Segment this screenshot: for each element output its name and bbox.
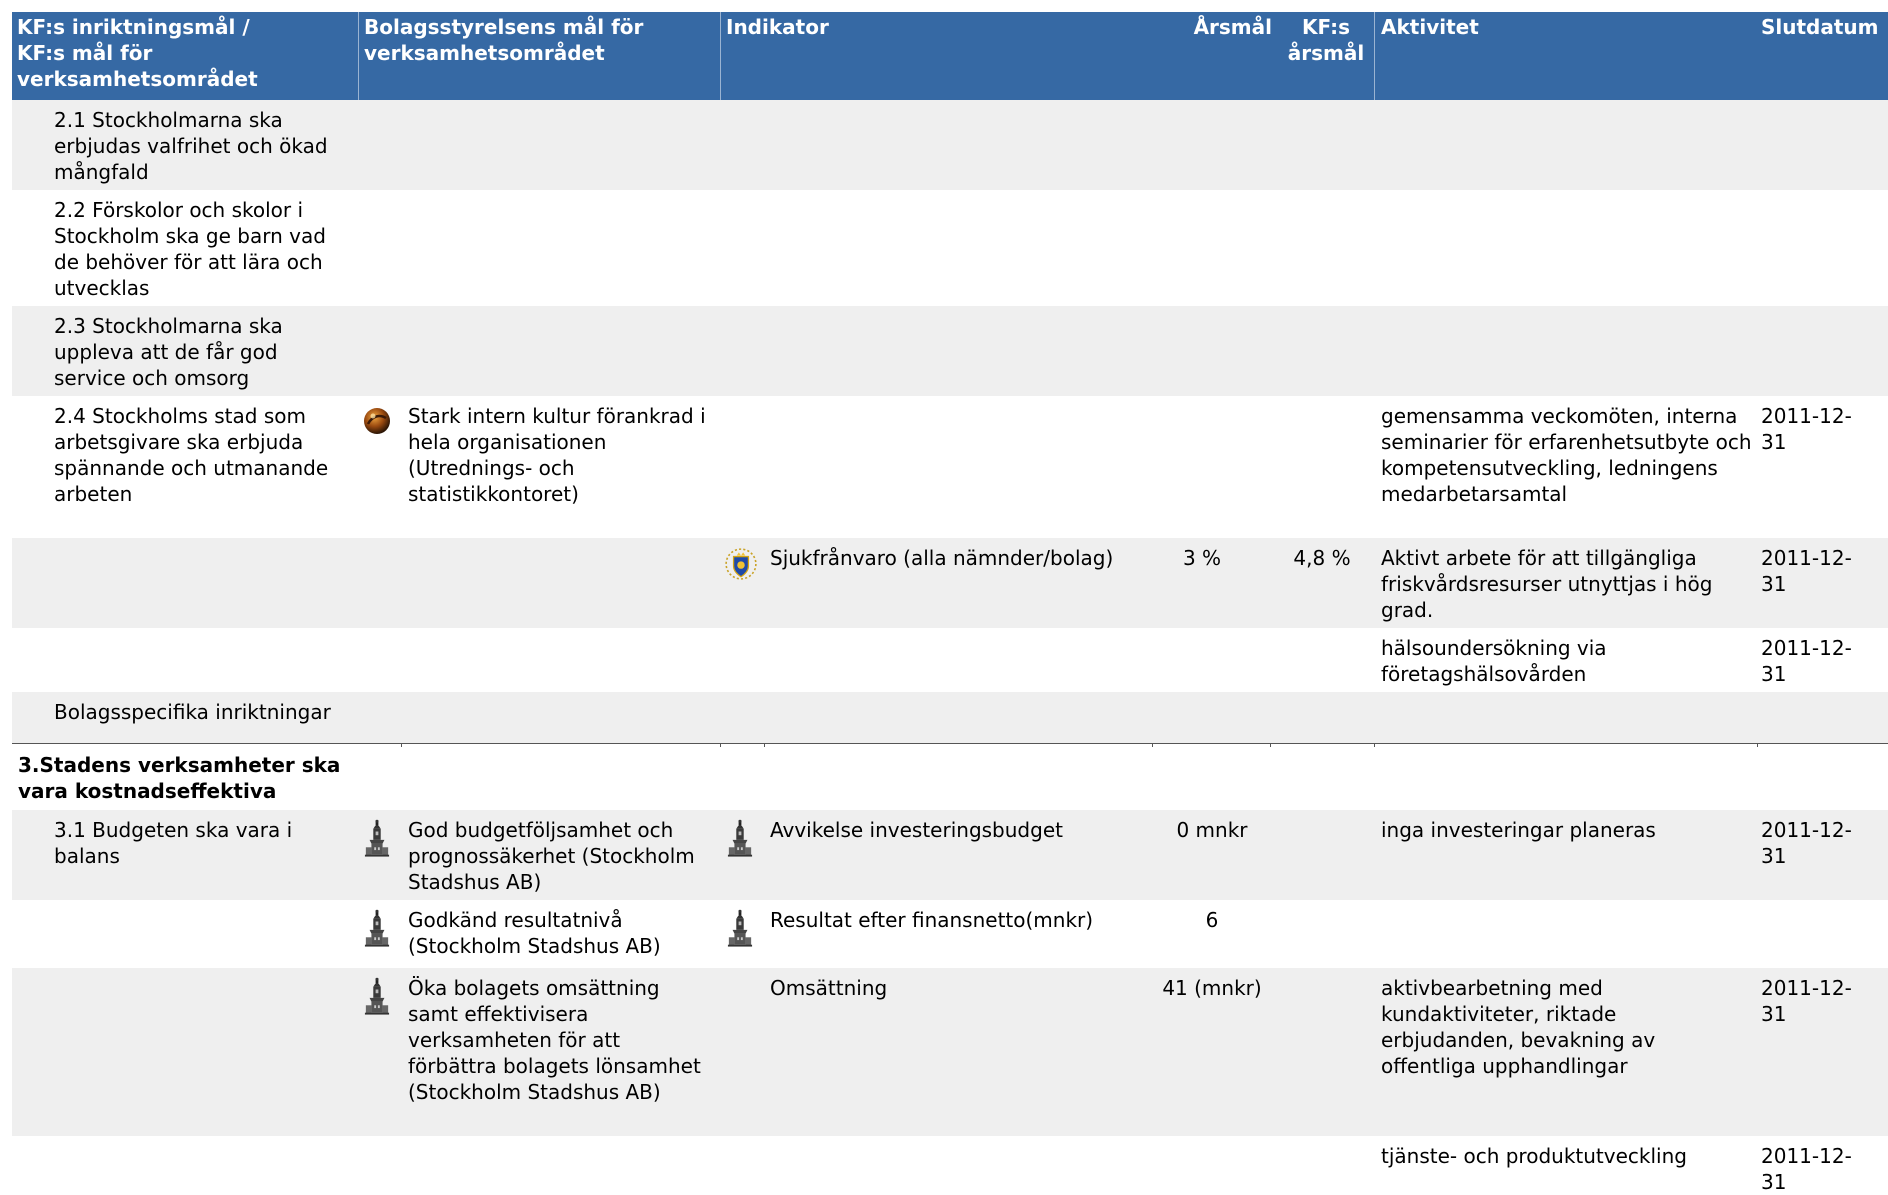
kf-goal: 2.4 Stockholms stad som arbetsgivare ska… (54, 404, 329, 506)
end-date: 2011-12-31 (1761, 976, 1852, 1026)
table-row: Sjukfrånvaro (alla nämnder/bolag) 3 % 4,… (12, 538, 1888, 628)
kf-goal: 2.3 Stockholmarna ska uppleva att de får… (54, 314, 283, 390)
activity: hälsoundersökning via företagshälsovårde… (1381, 636, 1607, 686)
city-hall-tower-icon (727, 906, 753, 950)
section-title: 3.Stadens verksamheter ska vara kostnads… (18, 753, 341, 803)
indicator: Avvikelse investeringsbudget (770, 818, 1063, 842)
board-goal: Stark intern kultur förankrad i hela org… (408, 404, 706, 506)
section-title-row: 3.Stadens verksamheter ska vara kostnads… (12, 744, 1888, 810)
header-year-target: Årsmål (1193, 15, 1272, 39)
header-board-goal: Bolagsstyrelsens mål för verksamhetsområ… (364, 15, 644, 65)
kf-goal: 2.2 Förskolor och skolor i Stockholm ska… (54, 198, 326, 300)
table-header: KF:s inriktningsmål / KF:s mål för verks… (12, 12, 1888, 100)
table-row: 3.1 Budgeten ska vara i balans God budge… (12, 810, 1888, 900)
board-goal: Godkänd resultatnivå (Stockholm Stadshus… (408, 908, 661, 958)
end-date: 2011-12-31 (1761, 404, 1852, 454)
city-hall-tower-icon (364, 906, 390, 950)
header-activity: Aktivitet (1381, 15, 1479, 39)
orb-icon (364, 408, 390, 434)
city-hall-tower-icon (364, 816, 390, 860)
table-row: 2.2 Förskolor och skolor i Stockholm ska… (12, 190, 1888, 306)
table-row: 2.4 Stockholms stad som arbetsgivare ska… (12, 396, 1888, 538)
table-row: 2.3 Stockholmarna ska uppleva att de får… (12, 306, 1888, 396)
kf-goal: 3.1 Budgeten ska vara i balans (54, 818, 293, 868)
city-hall-tower-icon (364, 974, 390, 1018)
indicator: Resultat efter finansnetto(mnkr) (770, 908, 1094, 932)
kf-goal: 2.1 Stockholmarna ska erbjudas valfrihet… (54, 108, 328, 184)
city-crest-icon (724, 547, 758, 581)
indicator: Sjukfrånvaro (alla nämnder/bolag) (770, 546, 1114, 570)
board-goal: Öka bolagets omsättning samt effektivise… (408, 976, 701, 1104)
year-target: 6 (1205, 908, 1219, 932)
table-row: Godkänd resultatnivå (Stockholm Stadshus… (12, 900, 1888, 968)
year-target: 3 % (1182, 546, 1222, 570)
table-row: Bolagsspecifika inriktningar (12, 692, 1888, 744)
activity: inga investeringar planeras (1381, 818, 1656, 842)
header-indicator: Indikator (726, 15, 829, 39)
board-goal: God budgetföljsamhet och prognossäkerhet… (408, 818, 695, 894)
city-hall-tower-icon (727, 816, 753, 860)
activity: Aktivt arbete för att tillgängliga frisk… (1381, 546, 1713, 622)
kf-goal: Bolagsspecifika inriktningar (54, 700, 331, 724)
indicator: Omsättning (770, 976, 888, 1000)
table-row: tjänste- och produktutveckling 2011-12-3… (12, 1136, 1888, 1194)
year-target: 41 (mnkr) (1162, 976, 1262, 1000)
year-target: 0 mnkr (1176, 818, 1248, 842)
end-date: 2011-12-31 (1761, 1144, 1852, 1194)
activity: aktivbearbetning med kundaktiviteter, ri… (1381, 976, 1656, 1078)
activity: gemensamma veckomöten, interna seminarie… (1381, 404, 1752, 506)
end-date: 2011-12-31 (1761, 546, 1852, 596)
header-kf-goal: KF:s inriktningsmål / KF:s mål för verks… (17, 15, 258, 91)
activity: tjänste- och produktutveckling (1381, 1144, 1687, 1168)
table-row: Öka bolagets omsättning samt effektivise… (12, 968, 1888, 1136)
end-date: 2011-12-31 (1761, 818, 1852, 868)
end-date: 2011-12-31 (1761, 636, 1852, 686)
kf-year-target: 4,8 % (1293, 546, 1351, 570)
table-row: hälsoundersökning via företagshälsovårde… (12, 628, 1888, 692)
header-end-date: Slutdatum (1761, 15, 1879, 39)
table-row: 2.1 Stockholmarna ska erbjudas valfrihet… (12, 100, 1888, 190)
header-kf-year-target: KF:s årsmål (1287, 15, 1365, 65)
